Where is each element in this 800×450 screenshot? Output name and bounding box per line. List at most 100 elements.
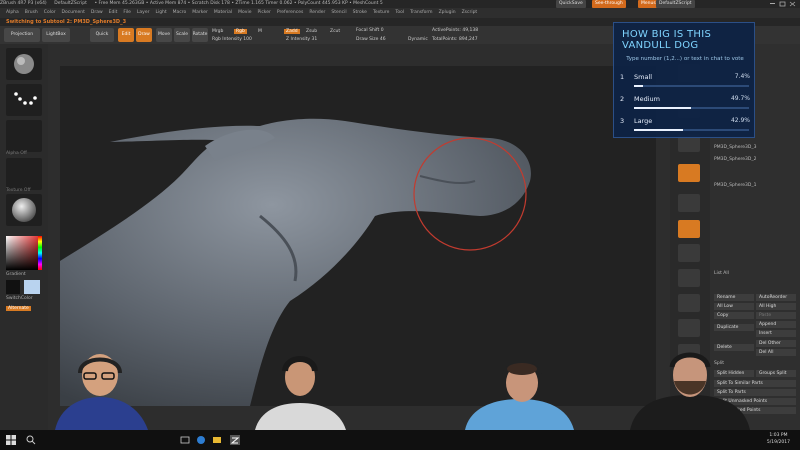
stroke-thumbnail[interactable] [6, 84, 42, 116]
rename-button[interactable]: Rename [714, 294, 754, 301]
rotate-icon[interactable] [678, 294, 700, 312]
subtool-item[interactable]: PM3D_Sphere3D_2 [714, 156, 796, 164]
duplicate-button[interactable]: Duplicate [714, 324, 754, 331]
menu-item[interactable]: Tool [395, 8, 404, 18]
edit-button[interactable]: Edit [118, 28, 134, 42]
hue-strip[interactable] [38, 236, 42, 270]
main-color-swatch[interactable] [6, 280, 20, 294]
file-explorer-icon[interactable] [212, 435, 222, 445]
quick-sketch-button[interactable]: Quick Sketch [90, 28, 114, 51]
menu-item[interactable]: Transform [410, 8, 432, 18]
menu-item[interactable]: Alpha [6, 8, 19, 18]
menu-item[interactable]: Picker [257, 8, 270, 18]
del-all-button[interactable]: Del All [756, 349, 796, 356]
poll-option-percent: 7.4% [734, 73, 750, 80]
scale-icon[interactable] [678, 269, 700, 287]
menu-item[interactable]: Color [44, 8, 56, 18]
alpha-thumbnail[interactable] [6, 120, 42, 152]
poll-instructions: Type number (1,2...) or text in chat to … [626, 56, 744, 62]
append-button[interactable]: Append [756, 321, 796, 328]
mrgb-toggle[interactable]: Mrgb [212, 29, 223, 34]
menu-item[interactable]: Material [214, 8, 232, 18]
rotate-button[interactable]: Rotate [192, 28, 208, 42]
gradient-label[interactable]: Gradient [6, 272, 26, 277]
menu-item[interactable]: Zscript [462, 8, 478, 18]
focal-shift-slider[interactable]: Focal Shift 0 [356, 28, 384, 33]
brush-thumbnail[interactable] [6, 48, 42, 80]
menu-item[interactable]: Edit [109, 8, 118, 18]
groups-split-button[interactable]: Groups Split [756, 370, 796, 377]
search-icon[interactable] [26, 435, 36, 445]
subtool-item[interactable]: PM3D_Sphere3D_1 [714, 182, 796, 190]
m-toggle[interactable]: M [258, 29, 262, 34]
menu-item[interactable]: Stroke [353, 8, 367, 18]
menu-item[interactable]: Layer [137, 8, 150, 18]
switch-color-label[interactable]: SwitchColor [6, 296, 33, 301]
alternate-button[interactable]: Alternate [6, 306, 31, 311]
edge-browser-icon[interactable] [196, 435, 206, 445]
quicksave-button[interactable]: QuickSave [556, 0, 586, 8]
menu-item[interactable]: Draw [91, 8, 103, 18]
lightbox-button[interactable]: LightBox [42, 28, 70, 42]
menu-item[interactable]: Marker [192, 8, 208, 18]
title-bar: ZBrush 4R7 P3 (x64) DefaultZScript • Fre… [0, 0, 800, 8]
menu-item[interactable]: Document [62, 8, 85, 18]
clock-time: 1:03 PM [769, 433, 788, 438]
clock-date: 5/19/2017 [766, 440, 790, 445]
move-button[interactable]: Move [156, 28, 172, 42]
webcam-person-3 [460, 345, 580, 430]
copy-button[interactable]: Copy [714, 312, 754, 319]
menu-item[interactable]: Texture [373, 8, 389, 18]
draw-size-slider[interactable]: Draw Size 46 [356, 37, 386, 42]
zcut-toggle[interactable]: Zcut [330, 29, 340, 34]
insert-button[interactable]: Insert [756, 330, 796, 337]
window-controls-icon[interactable] [768, 0, 798, 8]
menu-item[interactable]: Brush [25, 8, 38, 18]
autoreorder-button[interactable]: AutoReorder [756, 294, 796, 301]
color-picker[interactable] [6, 236, 42, 270]
texture-off-label: Texture Off [6, 188, 31, 193]
rgb-toggle[interactable]: Rgb [234, 29, 247, 34]
menu-item[interactable]: File [123, 8, 131, 18]
poll-option-bar [634, 107, 749, 109]
frame-icon[interactable] [678, 220, 700, 238]
z-intensity-slider[interactable]: Z Intensity 31 [286, 37, 317, 42]
menu-item[interactable]: Render [309, 8, 325, 18]
menu-item[interactable]: Macro [173, 8, 187, 18]
menu-item[interactable]: Movie [238, 8, 251, 18]
menu-item[interactable]: Zplugin [439, 8, 456, 18]
default-zscript-button[interactable]: DefaultZScript [656, 0, 695, 8]
app-title: ZBrush 4R7 P3 (x64) [0, 1, 47, 6]
projection-master-button[interactable]: Projection Master [4, 28, 40, 51]
local-icon[interactable] [678, 194, 700, 212]
zsub-toggle[interactable]: Zsub [306, 29, 317, 34]
del-other-button[interactable]: Del Other [756, 340, 796, 347]
windows-start-icon[interactable] [6, 435, 16, 445]
poll-option: 3 Large 42.9% [620, 117, 750, 137]
paste-button[interactable]: Paste [756, 312, 796, 319]
floor-icon[interactable] [678, 164, 700, 182]
material-thumbnail[interactable] [6, 194, 42, 226]
zbrush-taskbar-icon[interactable] [230, 435, 240, 445]
rgb-intensity-slider[interactable]: Rgb Intensity 100 [212, 37, 252, 42]
draw-button[interactable]: Draw [136, 28, 152, 42]
poll-title: HOW BIG IS THIS VANDULL DOG [622, 29, 712, 51]
task-view-icon[interactable] [180, 435, 190, 445]
taskbar-clock[interactable]: 1:03 PM 5/19/2017 [767, 432, 790, 446]
menu-item[interactable]: Light [155, 8, 166, 18]
menu-item[interactable]: Stencil [331, 8, 346, 18]
dynamic-toggle[interactable]: Dynamic [408, 37, 428, 42]
polyf-icon[interactable] [678, 319, 700, 337]
texture-thumbnail[interactable] [6, 158, 42, 190]
all-low-button[interactable]: All Low [714, 303, 754, 310]
zadd-toggle[interactable]: Zadd [284, 29, 300, 34]
subtool-item[interactable]: PM3D_Sphere3D_3 [714, 144, 796, 152]
menu-item[interactable]: Preferences [277, 8, 303, 18]
vote-poll-overlay: HOW BIG IS THIS VANDULL DOG Type number … [613, 22, 755, 138]
move-icon[interactable] [678, 244, 700, 262]
see-through-slider[interactable]: See-through [592, 0, 626, 8]
list-all-button[interactable]: List All [714, 270, 796, 278]
all-high-button[interactable]: All High [756, 303, 796, 310]
scale-button[interactable]: Scale [174, 28, 190, 42]
secondary-color-swatch[interactable] [24, 280, 40, 294]
